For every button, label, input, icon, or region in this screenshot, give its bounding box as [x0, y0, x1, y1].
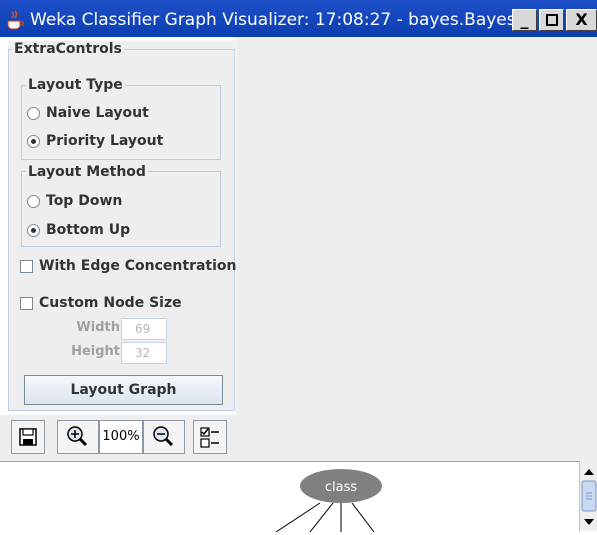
layout-graph-button[interactable]: Layout Graph: [24, 375, 223, 405]
graph-canvas[interactable]: class: [0, 461, 597, 532]
radio-selected-icon: [27, 223, 40, 237]
radio-icon: [27, 194, 40, 208]
zoom-out-icon: [153, 426, 174, 447]
top-down-label: Top Down: [46, 193, 123, 209]
checkbox-icon: [20, 259, 33, 273]
width-field[interactable]: 69: [121, 318, 167, 340]
bottom-up-label: Bottom Up: [46, 222, 131, 238]
extra-controls-title: ExtraControls: [12, 41, 124, 57]
width-label: Width: [76, 320, 120, 335]
extra-controls-icon: [200, 427, 219, 448]
zoom-in-button[interactable]: [57, 420, 99, 454]
java-cup-icon: [7, 10, 24, 30]
custom-node-size-checkbox[interactable]: Custom Node Size: [20, 295, 182, 311]
zoom-percent-field[interactable]: 100%: [99, 420, 143, 454]
toolbar: 100%: [0, 415, 597, 461]
radio-icon: [27, 106, 40, 120]
graph-edge: [351, 502, 375, 532]
naive-layout-label: Naive Layout: [46, 105, 149, 121]
scroll-up-arrow-icon[interactable]: [584, 469, 594, 475]
zoom-in-icon: [67, 426, 88, 447]
edge-concentration-checkbox[interactable]: With Edge Concentration: [20, 258, 237, 274]
height-field[interactable]: 32: [121, 342, 167, 364]
bottom-up-radio[interactable]: Bottom Up: [27, 222, 130, 238]
graph-svg: class: [275, 469, 382, 532]
vertical-scrollbar[interactable]: [579, 461, 597, 531]
maximize-button[interactable]: [539, 9, 564, 31]
top-down-radio[interactable]: Top Down: [27, 193, 122, 209]
height-label: Height: [71, 344, 120, 359]
graph-area-background: [236, 37, 597, 415]
maximize-icon: [545, 14, 558, 26]
save-icon: [19, 428, 37, 446]
naive-layout-radio[interactable]: Naive Layout: [27, 105, 149, 121]
layout-method-title: Layout Method: [26, 164, 148, 180]
edge-concentration-label: With Edge Concentration: [39, 258, 237, 274]
title-bar: Weka Classifier Graph Visualizer: 17:08:…: [0, 0, 597, 37]
radio-selected-icon: [27, 134, 40, 148]
window-title: Weka Classifier Graph Visualizer: 17:08:…: [30, 10, 532, 30]
priority-layout-radio[interactable]: Priority Layout: [27, 133, 163, 149]
layout-type-title: Layout Type: [26, 77, 125, 93]
close-button[interactable]: X: [566, 9, 597, 31]
extra-controls-panel: ExtraControls Layout Type Naive Layout P…: [8, 41, 237, 411]
graph-node-label: class: [325, 480, 357, 495]
scroll-down-arrow-icon[interactable]: [584, 519, 594, 525]
checkbox-icon: [20, 296, 33, 310]
scrollbar-svg: [581, 469, 597, 525]
custom-node-size-label: Custom Node Size: [39, 295, 182, 311]
priority-layout-label: Priority Layout: [46, 133, 164, 149]
zoom-out-button[interactable]: [143, 420, 185, 454]
extra-controls-toggle-button[interactable]: [193, 420, 227, 454]
save-button[interactable]: [11, 420, 45, 454]
minimize-button[interactable]: _: [512, 9, 537, 31]
